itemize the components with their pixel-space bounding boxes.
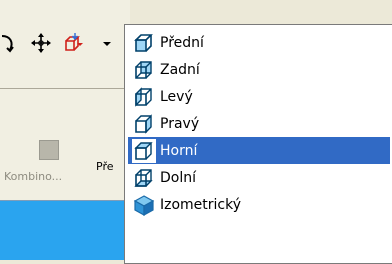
view-cube-bottom-icon xyxy=(134,168,153,187)
menu-item-label: Izometrický xyxy=(160,196,242,213)
isometric-cube-icon xyxy=(133,194,155,216)
dropdown-arrow-icon[interactable] xyxy=(100,32,114,54)
menu-item-label: Dolní xyxy=(160,169,196,186)
menu-item-right[interactable]: Pravý xyxy=(128,110,390,137)
kombino-icon xyxy=(39,140,59,160)
menu-item-bottom[interactable]: Dolní xyxy=(128,164,390,191)
viewport-panel xyxy=(0,200,130,260)
menu-item-back[interactable]: Zadní xyxy=(128,56,390,83)
view-cube-dropdown-icon[interactable] xyxy=(62,32,84,54)
menu-item-isometric[interactable]: Izometrický xyxy=(128,191,390,218)
menu-item-front[interactable]: Přední xyxy=(128,29,390,56)
view-cube-top-icon xyxy=(132,138,156,163)
menu-item-label: Pravý xyxy=(160,115,200,132)
view-cube-right-icon xyxy=(135,113,152,134)
menu-item-label: Horní xyxy=(160,142,198,159)
menu-item-label: Levý xyxy=(160,88,193,105)
view-cube-back-icon xyxy=(135,60,152,79)
view-cube-left-icon xyxy=(135,86,152,107)
kombino-button[interactable]: Kombino... xyxy=(4,130,90,186)
view-dropdown-menu: Přední Zadní Levý Pravý Horní Dolní Izom… xyxy=(124,24,392,264)
view-cube-front-icon xyxy=(134,33,153,52)
menu-item-label: Přední xyxy=(160,34,204,51)
menu-item-top[interactable]: Horní xyxy=(128,137,390,164)
rotate-icon[interactable] xyxy=(0,32,22,54)
pan-move-icon[interactable] xyxy=(30,32,52,54)
menu-item-label: Zadní xyxy=(160,61,200,78)
pre-label: Pře xyxy=(96,160,114,173)
menu-item-left[interactable]: Levý xyxy=(128,83,390,110)
toolbar xyxy=(0,0,130,92)
kombino-label: Kombino... xyxy=(4,170,63,183)
